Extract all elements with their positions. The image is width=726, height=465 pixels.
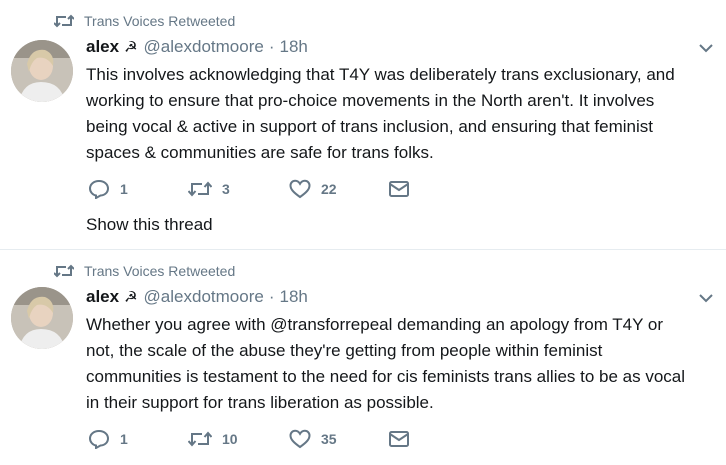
retweeted-by-label: Trans Voices Retweeted (84, 13, 236, 29)
display-name[interactable]: alex (86, 287, 119, 307)
tweet[interactable]: Trans Voices Retweeted alex ☭ @alexdotmo… (0, 0, 726, 250)
timestamp[interactable]: 18h (279, 37, 307, 57)
reply-button[interactable]: 1 (88, 179, 128, 199)
separator: · (268, 37, 275, 56)
tweet-header: alex ☭ @alexdotmoore · 18h (86, 36, 308, 58)
avatar[interactable] (11, 287, 73, 349)
reply-icon (88, 179, 110, 199)
name-symbol: ☭ (124, 39, 138, 56)
chevron-down-icon[interactable] (698, 292, 714, 304)
retweet-icon (54, 14, 74, 28)
username[interactable]: @alexdotmoore (144, 37, 264, 57)
retweet-icon (54, 264, 74, 278)
retweet-context: Trans Voices Retweeted (54, 12, 235, 30)
tweet-text-line: working to ensure that pro-choice moveme… (86, 91, 655, 110)
show-thread-link[interactable]: Show this thread (86, 215, 213, 235)
retweet-button[interactable]: 10 (188, 430, 238, 448)
retweet-count: 10 (222, 431, 238, 447)
retweet-count: 3 (222, 181, 230, 197)
reply-button[interactable]: 1 (88, 429, 128, 449)
retweeted-by-label: Trans Voices Retweeted (84, 263, 236, 279)
like-icon (289, 179, 311, 199)
tweet-text-line: not, the scale of the abuse they're gett… (86, 341, 603, 360)
like-icon (289, 429, 311, 449)
like-count: 22 (321, 181, 337, 197)
tweet-text: Whether you agree with @transforrepeal d… (86, 312, 706, 416)
avatar[interactable] (11, 40, 73, 102)
name-symbol: ☭ (124, 289, 138, 306)
tweet-text-line: in their support for trans liberation as… (86, 393, 434, 412)
retweet-icon (188, 181, 212, 197)
username[interactable]: @alexdotmoore (144, 287, 264, 307)
like-button[interactable]: 22 (289, 179, 337, 199)
like-count: 35 (321, 431, 337, 447)
dm-button[interactable] (388, 430, 410, 448)
reply-count: 1 (120, 181, 128, 197)
retweet-context: Trans Voices Retweeted (54, 262, 235, 280)
tweet-text-line: spaces & communities are safe for trans … (86, 143, 434, 162)
tweet-text-line: communities is testament to the need for… (86, 367, 686, 386)
timestamp[interactable]: 18h (279, 287, 307, 307)
dm-icon (389, 181, 409, 197)
reply-count: 1 (120, 431, 128, 447)
tweet-text-line: This involves acknowledging that T4Y was… (86, 65, 675, 84)
separator: · (268, 287, 275, 306)
reply-icon (88, 429, 110, 449)
chevron-down-icon[interactable] (698, 42, 714, 54)
tweet[interactable]: Trans Voices Retweeted alex ☭ @alexdotmo… (0, 250, 726, 465)
tweet-header: alex ☭ @alexdotmoore · 18h (86, 286, 308, 308)
tweet-text: This involves acknowledging that T4Y was… (86, 62, 706, 166)
retweet-button[interactable]: 3 (188, 180, 230, 198)
dm-button[interactable] (388, 180, 410, 198)
dm-icon (389, 431, 409, 447)
like-button[interactable]: 35 (289, 429, 337, 449)
tweet-text-line: Whether you agree with @transforrepeal d… (86, 315, 664, 334)
retweet-icon (188, 431, 212, 447)
tweet-text-line: being vocal & active in support of trans… (86, 117, 653, 136)
display-name[interactable]: alex (86, 37, 119, 57)
